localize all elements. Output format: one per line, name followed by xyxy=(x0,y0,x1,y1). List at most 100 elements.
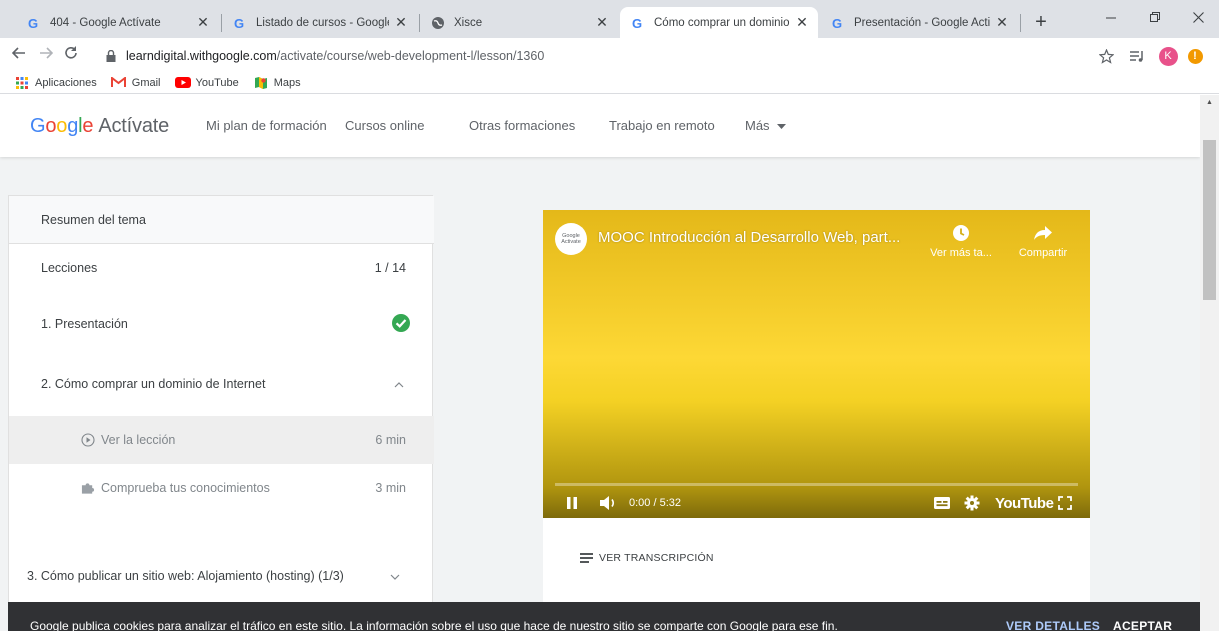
bookmark-gmail[interactable]: Gmail xyxy=(111,76,161,90)
subtitles-button[interactable] xyxy=(931,492,953,514)
profile-avatar[interactable]: K xyxy=(1157,45,1179,67)
settings-button[interactable] xyxy=(961,492,983,514)
apps-grid-icon xyxy=(14,76,30,90)
logo-letter: e xyxy=(82,115,94,137)
close-tab-icon[interactable]: ✕ xyxy=(594,14,610,31)
bookmark-label: Gmail xyxy=(131,76,161,89)
close-tab-icon[interactable]: ✕ xyxy=(195,14,211,31)
bookmark-youtube[interactable]: YouTube xyxy=(174,76,239,90)
logo-letter: o xyxy=(45,115,57,137)
star-icon xyxy=(1098,48,1114,64)
volume-button[interactable] xyxy=(597,492,621,514)
google-favicon-icon: G xyxy=(26,15,42,31)
svg-text:G: G xyxy=(632,16,642,30)
lessons-row: Lecciones 1 / 14 xyxy=(9,244,434,292)
lessons-label: Lecciones xyxy=(41,261,98,275)
chevron-down-icon xyxy=(390,569,400,583)
update-alert-button[interactable]: ! xyxy=(1184,45,1206,67)
sublesson-duration: 6 min xyxy=(375,433,406,447)
reload-button[interactable] xyxy=(60,45,82,67)
subtitles-icon xyxy=(934,497,950,509)
nav-otras-formaciones[interactable]: Otras formaciones xyxy=(469,118,575,133)
google-favicon-icon: G xyxy=(830,15,846,31)
bookmark-star-button[interactable] xyxy=(1095,45,1117,67)
reload-icon xyxy=(65,46,77,59)
tab-presentacion[interactable]: G Presentación - Google Activate ✕ xyxy=(820,7,1018,38)
lesson-label: 3. Cómo publicar un sitio web: Alojamien… xyxy=(27,569,344,583)
minimize-button[interactable] xyxy=(1088,4,1134,32)
scroll-up-arrow-icon[interactable]: ▲ xyxy=(1200,95,1219,111)
globe-icon xyxy=(430,15,446,31)
sublesson-ver-leccion[interactable]: Ver la lección 6 min xyxy=(9,416,434,464)
nav-cursos-online[interactable]: Cursos online xyxy=(345,118,425,133)
close-tab-icon[interactable]: ✕ xyxy=(393,14,409,31)
cookie-accept-button[interactable]: ACEPTAR xyxy=(1113,619,1172,631)
bookmark-maps[interactable]: Maps xyxy=(253,76,301,90)
address-bar[interactable]: learndigital.withgoogle.com/activate/cou… xyxy=(104,42,1144,70)
watch-later-button[interactable]: Ver más ta... xyxy=(926,222,996,259)
play-circle-icon xyxy=(81,433,95,447)
tab-label: Xisce xyxy=(454,16,483,29)
tab-listado-cursos[interactable]: G Listado de cursos - Google Acti ✕ xyxy=(222,7,417,38)
reading-list-button[interactable] xyxy=(1126,45,1148,67)
cookie-details-button[interactable]: VER DETALLES xyxy=(1006,619,1100,631)
share-button[interactable]: Compartir xyxy=(1008,222,1078,259)
cookie-text: Google publica cookies para analizar el … xyxy=(30,619,838,631)
back-button[interactable] xyxy=(8,45,30,67)
fullscreen-button[interactable] xyxy=(1055,492,1075,514)
bookmark-apps[interactable]: Aplicaciones xyxy=(14,76,97,90)
channel-avatar[interactable]: Google Activate xyxy=(555,223,587,255)
tab-xisce[interactable]: Xisce ✕ xyxy=(420,7,618,38)
scrollbar-thumb[interactable] xyxy=(1203,140,1216,300)
nav-mas-label: Más xyxy=(745,118,770,133)
tab-label: 404 - Google Actívate xyxy=(50,16,161,29)
fullscreen-icon xyxy=(1058,496,1072,510)
page-scrollbar[interactable]: ▲ xyxy=(1200,95,1219,631)
topic-summary-header[interactable]: Resumen del tema xyxy=(9,196,434,244)
lesson-item-presentacion[interactable]: 1. Presentación xyxy=(9,300,434,348)
tab-como-comprar-dominio[interactable]: G Cómo comprar un dominio de ✕ xyxy=(620,7,818,38)
volume-icon xyxy=(600,496,615,510)
view-transcript-button[interactable]: VER TRANSCRIPCIÓN xyxy=(580,552,714,564)
bookmark-label: Aplicaciones xyxy=(35,76,97,89)
forward-arrow-icon xyxy=(40,47,54,59)
google-activate-logo[interactable]: Google Actívate xyxy=(30,115,169,138)
lock-icon xyxy=(104,49,118,63)
cookie-banner: Google publica cookies para analizar el … xyxy=(8,602,1200,631)
caret-down-icon xyxy=(777,123,787,129)
lesson-label: 2. Cómo comprar un dominio de Internet xyxy=(41,377,266,391)
google-favicon-icon: G xyxy=(232,15,248,31)
sublesson-duration: 3 min xyxy=(375,481,406,495)
video-title[interactable]: MOOC Introducción al Desarrollo Web, par… xyxy=(598,229,900,246)
minimize-icon xyxy=(1105,17,1116,19)
new-tab-button[interactable]: + xyxy=(1027,9,1055,37)
share-arrow-icon xyxy=(1008,222,1078,244)
restore-button[interactable] xyxy=(1132,4,1178,32)
transcript-label: VER TRANSCRIPCIÓN xyxy=(599,552,714,564)
lesson-item-publicar-sitio[interactable]: 3. Cómo publicar un sitio web: Alojamien… xyxy=(9,556,434,596)
url-host: learndigital.withgoogle.com xyxy=(126,49,277,63)
close-tab-icon[interactable]: ✕ xyxy=(994,14,1010,31)
youtube-logo-button[interactable]: YouTube xyxy=(995,492,1054,514)
video-progress-bar[interactable] xyxy=(555,483,1078,486)
sublesson-comprueba[interactable]: Comprueba tus conocimientos 3 min xyxy=(9,466,434,510)
google-favicon-icon: G xyxy=(630,15,646,31)
restore-icon xyxy=(1149,12,1160,22)
tab-label: Presentación - Google Activate xyxy=(854,16,990,29)
nav-trabajo-remoto[interactable]: Trabajo en remoto xyxy=(609,118,715,133)
bookmarks-bar: Aplicaciones Gmail YouTube Maps xyxy=(0,72,1219,94)
close-window-button[interactable] xyxy=(1175,4,1219,32)
tab-404[interactable]: G 404 - Google Actívate ✕ xyxy=(16,7,219,38)
video-player[interactable]: Google Activate MOOC Introducción al Des… xyxy=(543,210,1090,518)
maps-icon xyxy=(253,76,269,90)
pause-button[interactable] xyxy=(563,492,581,514)
watch-later-label: Ver más ta... xyxy=(930,247,992,259)
nav-mi-plan[interactable]: Mi plan de formación xyxy=(206,118,327,133)
channel-avatar-text: Google Activate xyxy=(561,233,581,245)
close-tab-icon[interactable]: ✕ xyxy=(794,14,810,31)
close-icon xyxy=(1192,12,1204,23)
lessons-count: 1 / 14 xyxy=(374,261,406,275)
forward-button[interactable] xyxy=(35,45,57,67)
lesson-item-comprar-dominio[interactable]: 2. Cómo comprar un dominio de Internet xyxy=(9,360,434,408)
nav-mas[interactable]: Más xyxy=(745,118,787,133)
